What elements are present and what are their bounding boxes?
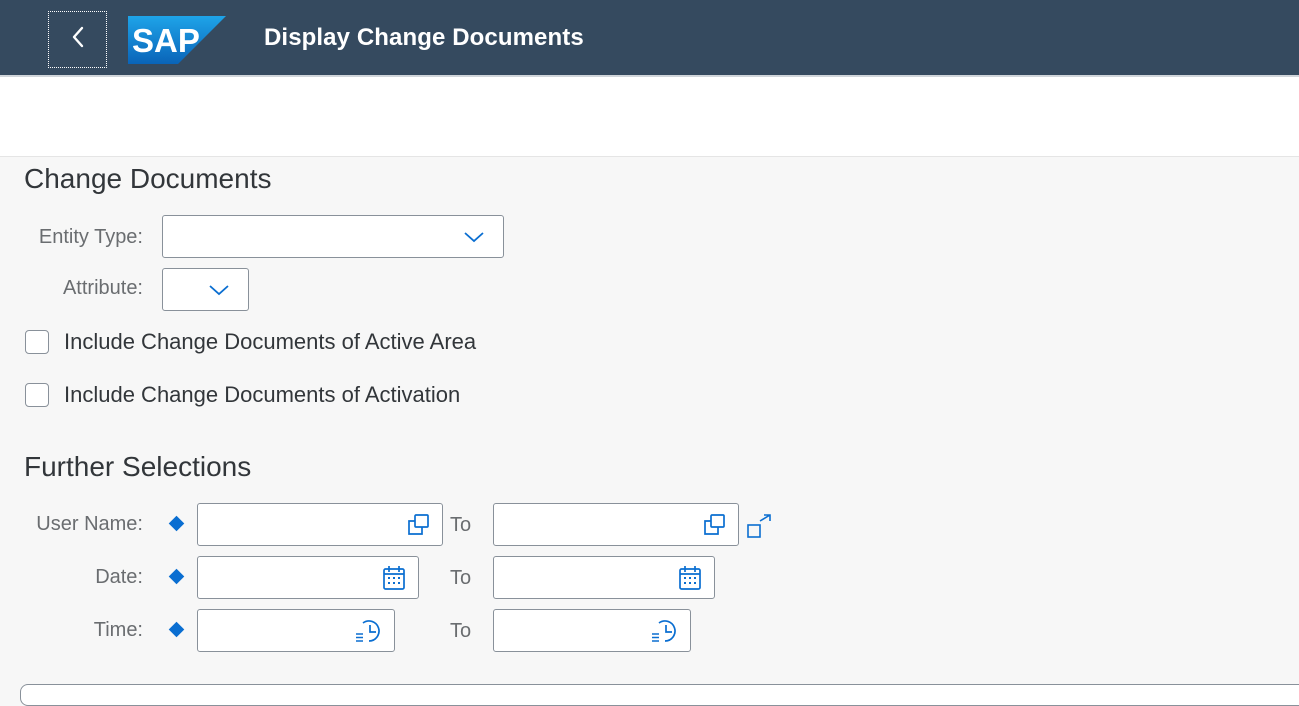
user-name-from-field[interactable] (197, 503, 443, 547)
time-from-input[interactable] (206, 610, 356, 653)
selection-option-icon[interactable] (168, 515, 185, 532)
attribute-label: Attribute: (62, 277, 143, 299)
date-from-input[interactable] (206, 557, 380, 600)
calendar-icon[interactable] (678, 565, 702, 591)
time-entry-icon[interactable] (354, 618, 382, 644)
user-name-to-field[interactable] (493, 503, 739, 547)
user-name-from-input[interactable] (206, 504, 404, 547)
date-to-input[interactable] (502, 557, 676, 600)
date-from-field[interactable] (197, 556, 419, 600)
value-help-icon[interactable] (406, 513, 430, 536)
app-title: Display Change Documents (264, 24, 584, 51)
time-from-field[interactable] (197, 609, 395, 653)
to-label-user-name: To (450, 514, 472, 536)
chevron-down-icon[interactable] (463, 231, 485, 243)
to-label-date: To (450, 567, 472, 589)
svg-text:SAP: SAP (132, 22, 200, 59)
entity-type-input[interactable] (171, 216, 465, 259)
time-label: Time: (93, 619, 143, 641)
time-entry-icon[interactable] (650, 618, 678, 644)
attribute-dropdown[interactable] (162, 268, 249, 312)
calendar-icon[interactable] (382, 565, 406, 591)
date-label: Date: (95, 566, 143, 588)
attribute-input[interactable] (171, 269, 195, 312)
value-help-icon[interactable] (702, 513, 726, 536)
time-to-field[interactable] (493, 609, 691, 653)
chevron-down-icon[interactable] (208, 284, 230, 296)
user-name-label: User Name: (36, 513, 143, 535)
bottom-panel (20, 684, 1299, 706)
include-activation-label: Include Change Documents of Activation (64, 382, 461, 407)
include-active-area-label: Include Change Documents of Active Area (64, 329, 477, 354)
entity-type-dropdown[interactable] (162, 215, 504, 259)
user-name-to-input[interactable] (502, 504, 700, 547)
include-active-area-checkbox[interactable] (25, 330, 49, 354)
section-title-further-selections: Further Selections (24, 451, 252, 482)
toolbar (0, 77, 1299, 157)
selection-option-icon[interactable] (168, 568, 185, 585)
section-title-change-documents: Change Documents (24, 163, 272, 194)
shell-bar: SAP Display Change Documents (0, 0, 1299, 77)
sap-logo: SAP (128, 16, 226, 64)
date-to-field[interactable] (493, 556, 715, 600)
multiple-selection-icon[interactable] (746, 513, 774, 544)
to-label-time: To (450, 620, 472, 642)
entity-type-label: Entity Type: (38, 226, 143, 248)
include-activation-checkbox[interactable] (25, 383, 49, 407)
selection-option-icon[interactable] (168, 621, 185, 638)
time-to-input[interactable] (502, 610, 652, 653)
chevron-left-icon (71, 25, 85, 54)
back-button[interactable] (48, 11, 107, 68)
